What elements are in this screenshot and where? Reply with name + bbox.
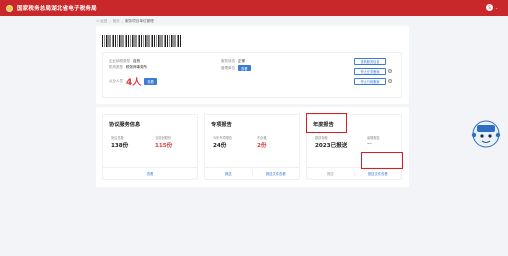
action-buttons: 查看服务信息 停止业务备案 停止行政备案 xyxy=(354,58,386,85)
special-report-failed-label: 不合格 xyxy=(257,136,267,140)
breadcrumb-current: 服务项目单位管理 xyxy=(124,19,154,23)
user-menu[interactable]: S ⌄ xyxy=(486,4,498,11)
breadcrumb-separator: / xyxy=(121,19,123,24)
annual-report-overdue-label: 逾期报告 xyxy=(367,136,380,140)
taxpayer-type-label: 企业纳税类型 xyxy=(109,59,130,63)
staff-label: 从业人员 xyxy=(109,79,123,83)
top-bar: 国家税务总局湖北省电子税务局 S ⌄ xyxy=(0,0,508,16)
special-report-year-label: 今年专项报告 xyxy=(213,136,233,140)
taxpayer-type-row: 企业纳税类型 自然 xyxy=(109,59,140,64)
annual-report-files-link[interactable]: 报送文件查看 xyxy=(355,168,402,179)
breadcrumb-home[interactable]: 首页 xyxy=(113,19,120,24)
manage-unit-view-button[interactable]: 查看 xyxy=(238,65,251,71)
service-status-value: 正常 xyxy=(238,59,245,63)
assistant-mascot-icon[interactable] xyxy=(466,113,506,153)
agreement-total-value: 138份 xyxy=(111,143,129,149)
special-report-title: 专项报告 xyxy=(211,122,232,128)
org-type-value: 税务师事务所 xyxy=(126,65,147,69)
annual-report-submit-link[interactable]: 报送 xyxy=(307,168,354,179)
org-type-row: 机构类型 税务师事务所 xyxy=(109,65,147,70)
special-report-files-link[interactable]: 报送文件查看 xyxy=(253,168,300,179)
staff-count: 4人 xyxy=(126,78,142,88)
annual-report-year-label: 报送年度 xyxy=(315,136,328,140)
agreement-total-label: 协议总数 xyxy=(111,136,124,140)
breadcrumb: < 返回 / 首页 / 服务项目单位管理 xyxy=(96,19,154,24)
org-info-panel: 企业纳税类型 自然 机构类型 税务师事务所 从业人员 4人 查看 服务状态 正常… xyxy=(96,26,409,104)
special-report-failed-value: 2份 xyxy=(257,143,267,149)
agreement-view-link[interactable]: 查看 xyxy=(103,168,197,179)
service-status-label: 服务状态 xyxy=(221,59,235,63)
annual-report-year-value: 2023已报送 xyxy=(315,143,348,149)
reports-panel: 协议服务信息 协议总数 138份 当前到期份 115份 查看 专项报告 今年专项… xyxy=(96,107,409,187)
view-service-info-button[interactable]: 查看服务信息 xyxy=(354,58,386,65)
org-type-label: 机构类型 xyxy=(109,65,123,69)
org-barcode xyxy=(102,35,182,47)
staff-view-button[interactable]: 查看 xyxy=(144,78,157,85)
manage-unit-label: 管理单位 xyxy=(221,65,235,70)
stop-admin-filing-button[interactable]: 停止行政备案 xyxy=(354,78,386,85)
annual-report-overdue-value: -- xyxy=(367,141,372,147)
annual-report-title-highlight xyxy=(306,113,347,133)
help-icon[interactable]: ? xyxy=(388,79,392,83)
agreement-card-title: 协议服务信息 xyxy=(109,122,141,128)
taxpayer-type-value: 自然 xyxy=(133,59,140,63)
agreement-expiring-value: 115份 xyxy=(155,143,173,149)
tax-emblem-logo xyxy=(6,4,13,12)
breadcrumb-separator: / xyxy=(109,19,111,24)
manage-unit-row: 管理单位 查看 xyxy=(221,65,251,71)
user-avatar[interactable]: S xyxy=(486,4,494,11)
site-title: 国家税务总局湖北省电子税务局 xyxy=(17,6,97,12)
special-report-footer: 报送 报送文件查看 xyxy=(205,167,299,179)
staff-row: 从业人员 4人 查看 xyxy=(109,75,157,88)
special-report-year-value: 24份 xyxy=(213,143,227,149)
agreement-card: 协议服务信息 协议总数 138份 当前到期份 115份 查看 xyxy=(102,114,198,180)
service-status-row: 服务状态 正常 xyxy=(221,59,245,64)
stop-business-filing-button[interactable]: 停止业务备案 xyxy=(354,68,386,75)
agreement-card-footer: 查看 xyxy=(103,167,197,179)
special-report-card: 专项报告 今年专项报告 24份 不合格 2份 报送 报送文件查看 xyxy=(204,114,300,180)
special-report-submit-link[interactable]: 报送 xyxy=(205,168,252,179)
annual-report-files-highlight xyxy=(361,152,403,169)
help-icon[interactable]: ? xyxy=(388,69,392,73)
back-link[interactable]: < 返回 xyxy=(96,19,107,24)
agreement-expiring-label: 当前到期份 xyxy=(155,136,171,140)
chevron-down-icon[interactable]: ⌄ xyxy=(495,6,498,10)
